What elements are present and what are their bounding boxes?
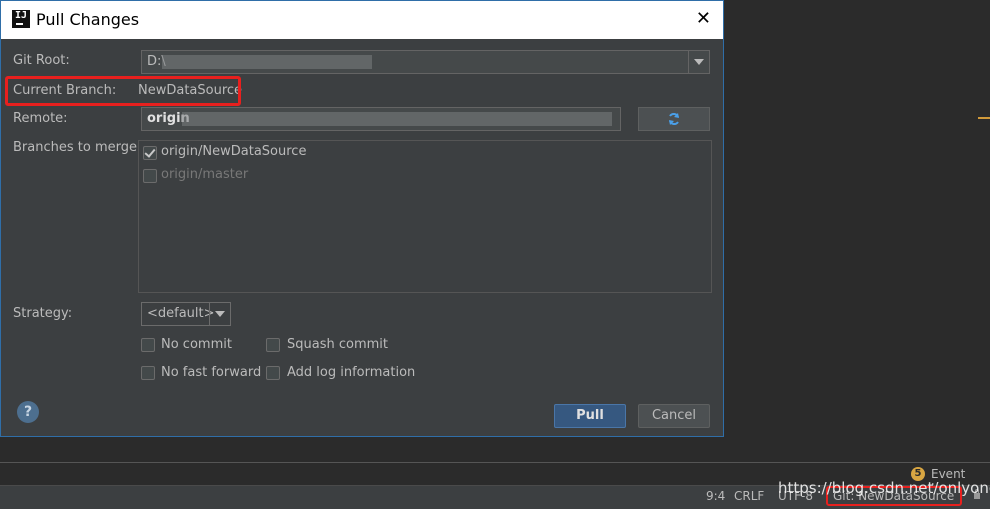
strategy-select[interactable]: <default> [141, 302, 231, 326]
intellij-icon: IJ [12, 10, 30, 28]
dialog-title: Pull Changes [36, 10, 140, 29]
refresh-branches-button[interactable] [638, 107, 710, 131]
remote-label: Remote: [13, 111, 68, 126]
strategy-label: Strategy: [13, 306, 73, 321]
refresh-icon [669, 113, 679, 125]
close-icon[interactable]: ✕ [696, 8, 711, 29]
pull-changes-dialog: IJ Pull Changes ✕ Git Root: D:\ Current … [0, 0, 724, 437]
squash-commit-label: Squash commit [287, 337, 388, 352]
add-log-label: Add log information [287, 365, 416, 380]
branch-checkbox-newdatasource[interactable] [143, 146, 157, 160]
tool-window-divider [0, 462, 990, 463]
title-bar: IJ Pull Changes ✕ [1, 1, 723, 39]
squash-commit-checkbox[interactable] [266, 338, 280, 352]
help-icon[interactable]: ? [17, 401, 39, 423]
remote-select[interactable]: origin [141, 107, 621, 131]
cancel-button[interactable]: Cancel [638, 404, 710, 428]
watermark: https://blog.csdn.net/onlyone [778, 479, 990, 497]
branch-checkbox-master[interactable] [143, 169, 157, 183]
chevron-down-icon [215, 311, 225, 317]
git-root-dropdown[interactable] [688, 51, 709, 73]
redacted-url [182, 112, 612, 126]
strategy-value: <default> [147, 306, 215, 321]
add-log-checkbox[interactable] [266, 366, 280, 380]
caret-position[interactable]: 9:4 [706, 489, 725, 503]
no-fast-forward-label: No fast forward [161, 365, 262, 380]
gutter-marker [978, 117, 990, 119]
git-root-select[interactable]: D:\ [141, 50, 710, 74]
no-commit-checkbox[interactable] [141, 338, 155, 352]
branches-list: origin/NewDataSource origin/master [138, 140, 712, 293]
branches-label: Branches to merge: [13, 140, 142, 155]
chevron-down-icon [694, 59, 704, 65]
no-fast-forward-checkbox[interactable] [141, 366, 155, 380]
redacted-path [162, 55, 372, 69]
strategy-dropdown[interactable] [209, 303, 230, 325]
line-endings[interactable]: CRLF [734, 489, 764, 503]
highlight-box [5, 76, 241, 106]
branch-label-master: origin/master [161, 167, 249, 182]
branch-label-newdatasource: origin/NewDataSource [161, 144, 307, 159]
pull-button[interactable]: Pull [554, 404, 626, 428]
no-commit-label: No commit [161, 337, 232, 352]
git-root-label: Git Root: [13, 53, 70, 68]
